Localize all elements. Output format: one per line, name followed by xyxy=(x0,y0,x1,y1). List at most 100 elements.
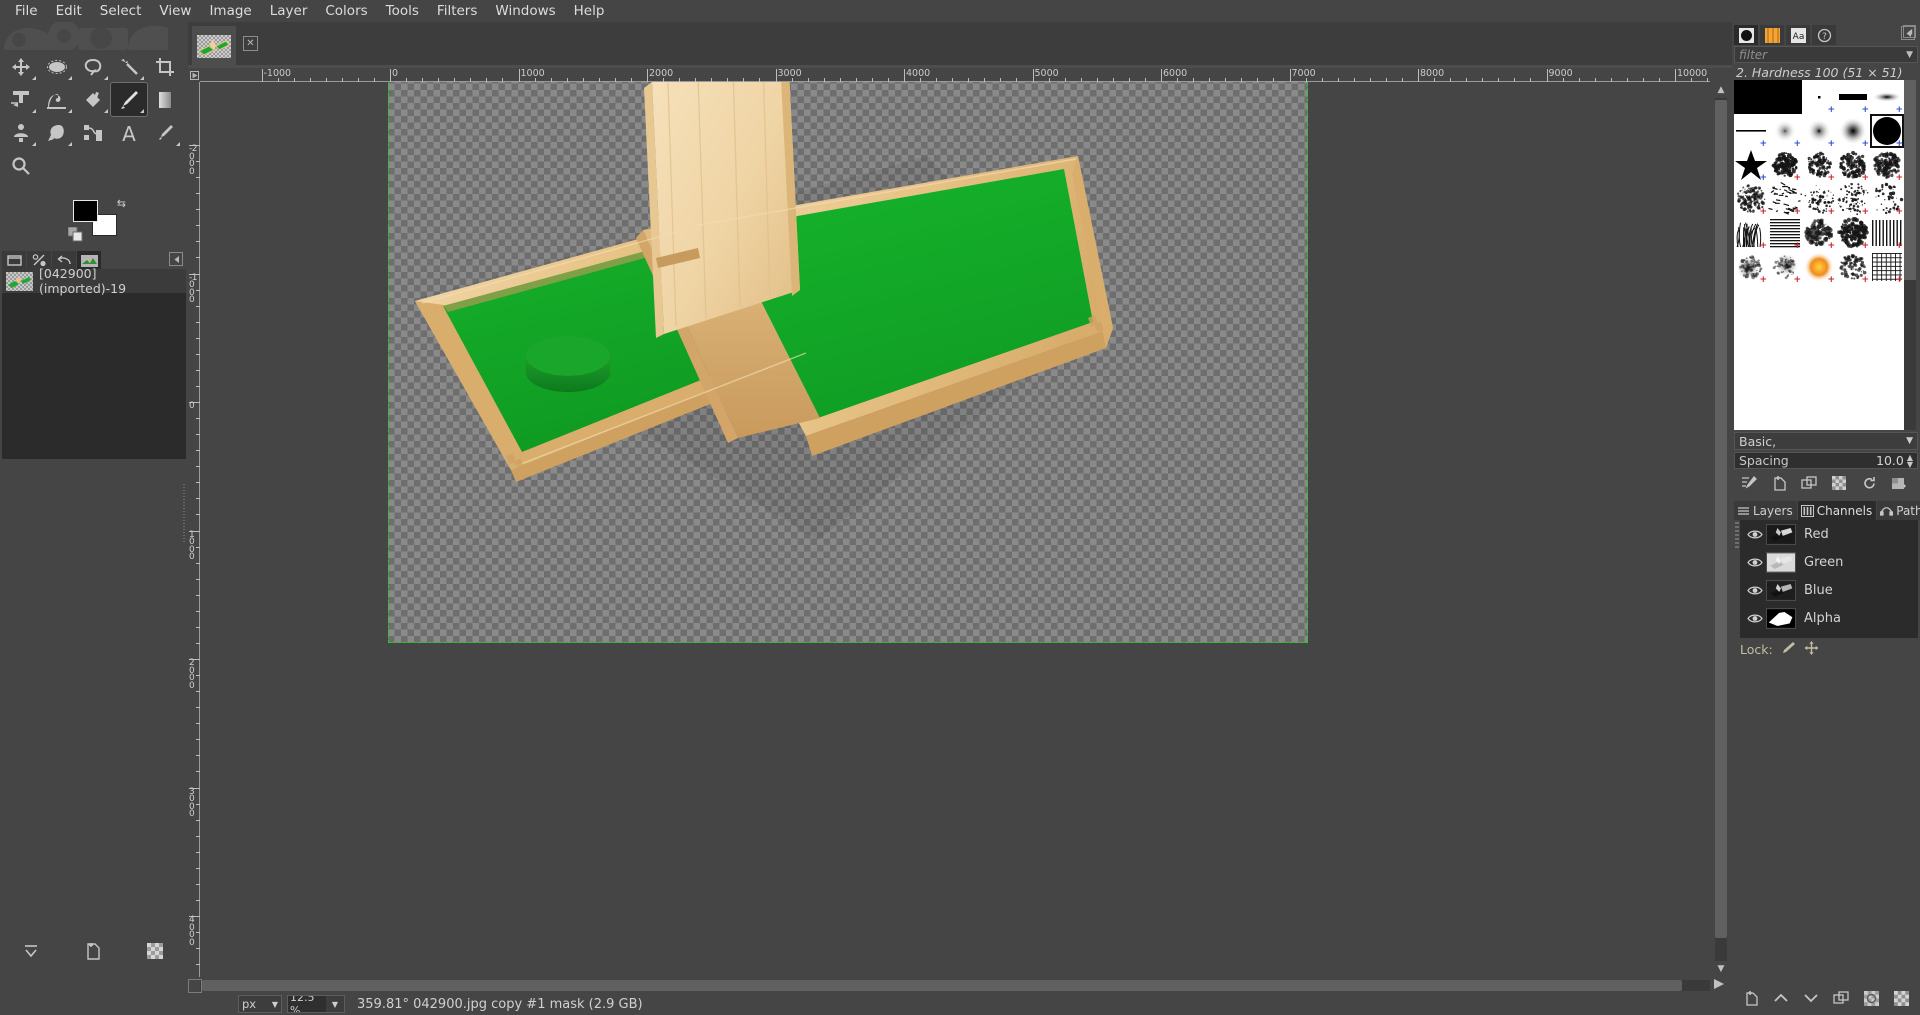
menu-filters[interactable]: Filters xyxy=(428,1,486,21)
brush-grid-scrollbar[interactable] xyxy=(1904,80,1916,430)
crop-tool[interactable] xyxy=(147,50,183,83)
brush-bristles-01[interactable]: + xyxy=(1734,182,1768,216)
delete-button[interactable] xyxy=(124,936,186,966)
menu-select[interactable]: Select xyxy=(91,1,151,21)
gradient-tool[interactable] xyxy=(147,83,183,116)
paths-tool[interactable] xyxy=(75,116,111,149)
left-dock-splitter[interactable] xyxy=(182,482,187,552)
raise-to-top-button[interactable] xyxy=(0,936,62,966)
brush-filter-input[interactable]: filter ▼ xyxy=(1734,46,1918,63)
move-tool[interactable] xyxy=(3,50,39,83)
brush-smoke-01[interactable]: + xyxy=(1734,250,1768,284)
dockable-tab-images[interactable] xyxy=(2,251,26,270)
spinner-icon[interactable]: ▲ ▼ xyxy=(1907,454,1913,468)
canvas-vertical-scrollbar[interactable]: ▲ ▼ xyxy=(1710,82,1732,977)
brush-sparks-02[interactable]: + xyxy=(1836,182,1870,216)
canvas-tab-042900[interactable] xyxy=(192,26,236,66)
reset-colors-icon[interactable] xyxy=(68,227,84,247)
channel-row-blue[interactable]: Blue xyxy=(1740,576,1918,604)
brush-hardness-100[interactable]: + xyxy=(1870,114,1904,148)
zoom-value[interactable]: 12.5 % xyxy=(288,996,326,1012)
delete-channel-button[interactable] xyxy=(1888,986,1914,1010)
brush-pixel[interactable]: + xyxy=(1802,80,1836,114)
paintbrush-tool[interactable] xyxy=(111,83,147,116)
brush-preset-selector[interactable]: Basic, ▼ xyxy=(1734,432,1918,450)
chevron-down-icon[interactable]: ▼ xyxy=(1906,436,1913,446)
warp-transform-tool[interactable] xyxy=(39,83,75,116)
brush-acrylic-03[interactable]: + xyxy=(1836,148,1870,182)
scrollbar-thumb[interactable] xyxy=(202,980,1682,991)
ellipse-select-tool[interactable] xyxy=(39,50,75,83)
brush-lines-01[interactable]: + xyxy=(1870,216,1904,250)
brush-grid-01[interactable]: + xyxy=(1870,250,1904,284)
tab-help[interactable]: ? xyxy=(1812,25,1836,45)
free-select-tool[interactable] xyxy=(75,50,111,83)
brush-hardness-050[interactable]: + xyxy=(1802,114,1836,148)
bucket-fill-tool[interactable] xyxy=(75,83,111,116)
eye-icon[interactable] xyxy=(1744,613,1766,624)
canvas-horizontal-scrollbar[interactable] xyxy=(200,977,1710,993)
chevron-down-icon[interactable]: ▼ xyxy=(326,1000,344,1009)
menu-colors[interactable]: Colors xyxy=(316,1,376,21)
brush-sparks-01[interactable]: + xyxy=(1802,182,1836,216)
brush-black-square-2[interactable] xyxy=(1768,80,1802,114)
menu-windows[interactable]: Windows xyxy=(486,1,564,21)
brush-vine-01[interactable]: + xyxy=(1836,250,1870,284)
scroll-up-icon[interactable]: ▲ xyxy=(1710,82,1732,98)
text-tool[interactable]: A xyxy=(111,116,147,149)
foreground-color-swatch[interactable] xyxy=(73,200,98,222)
refresh-brushes-button[interactable] xyxy=(1854,473,1884,493)
brush-hardness-025[interactable]: + xyxy=(1768,114,1802,148)
scrollbar-thumb[interactable] xyxy=(1715,100,1727,938)
image-list-item[interactable]: [042900] (imported)-19 xyxy=(2,269,186,293)
brush-smoke-02[interactable]: + xyxy=(1768,250,1802,284)
brush-hatch-01[interactable]: + xyxy=(1768,216,1802,250)
brush-grass[interactable]: + xyxy=(1734,216,1768,250)
new-file-button[interactable] xyxy=(62,936,124,966)
duplicate-brush-button[interactable] xyxy=(1794,473,1824,493)
scroll-down-icon[interactable]: ▼ xyxy=(1710,961,1732,977)
brush-line[interactable]: + xyxy=(1734,114,1768,148)
brush-black-square-1[interactable] xyxy=(1734,80,1768,114)
new-channel-button[interactable] xyxy=(1738,986,1764,1010)
zoom-tool[interactable] xyxy=(3,149,39,182)
menu-layer[interactable]: Layer xyxy=(261,1,317,21)
brush-cell-01[interactable]: + xyxy=(1802,216,1836,250)
eye-icon[interactable] xyxy=(1744,585,1766,596)
navigation-icon[interactable] xyxy=(1712,977,1732,993)
scrollbar-thumb[interactable] xyxy=(1904,80,1916,280)
spacing-value[interactable]: 10.0 xyxy=(1876,453,1904,468)
brush-chalk-01[interactable]: + xyxy=(1768,182,1802,216)
clone-tool[interactable] xyxy=(3,116,39,149)
brush-grid[interactable]: + + + + + + + + + + + + + + + + + + + + + + + + + + + + xyxy=(1734,80,1904,430)
menu-help[interactable]: Help xyxy=(565,1,614,21)
brush-splat-01[interactable]: + xyxy=(1836,216,1870,250)
unit-selector[interactable]: px ▼ xyxy=(238,995,282,1013)
eye-icon[interactable] xyxy=(1744,529,1766,540)
brush-hardness-075[interactable]: + xyxy=(1836,114,1870,148)
canvas-tab-close-icon[interactable]: ✕ xyxy=(243,36,258,51)
vertical-ruler[interactable]: -2000-10000100020003000400050006000 xyxy=(188,82,200,977)
horizontal-ruler[interactable]: -1000 0 1000 2000 3000 4000 5000 6000 7000 8000 90… xyxy=(200,68,1710,82)
eye-icon[interactable] xyxy=(1744,557,1766,568)
brush-sparks-03[interactable]: + xyxy=(1870,182,1904,216)
tab-brushes[interactable] xyxy=(1734,25,1758,45)
brush-sun[interactable]: + xyxy=(1802,250,1836,284)
swap-colors-icon[interactable]: ⇆ xyxy=(117,197,126,210)
tab-channels[interactable]: Channels xyxy=(1798,501,1877,520)
quickmask-toggle-icon[interactable] xyxy=(188,979,202,993)
chevron-down-icon[interactable]: ▼ xyxy=(1906,50,1913,60)
duplicate-channel-button[interactable] xyxy=(1828,986,1854,1010)
canvas-viewport[interactable] xyxy=(200,82,1710,977)
unified-transform-tool[interactable] xyxy=(3,83,39,116)
smudge-tool[interactable] xyxy=(39,116,75,149)
channel-row-red[interactable]: Red xyxy=(1740,520,1918,548)
open-brush-as-image-button[interactable] xyxy=(1884,473,1914,493)
dock-menu-icon[interactable] xyxy=(1903,25,1916,38)
brush-ellipse-soft[interactable]: + xyxy=(1870,80,1904,114)
tab-paths[interactable]: Paths xyxy=(1877,501,1920,520)
channel-list[interactable]: Red Green Blue Alpha xyxy=(1740,520,1918,638)
new-brush-button[interactable] xyxy=(1764,473,1794,493)
brush-acrylic-04[interactable]: + xyxy=(1870,148,1904,182)
brush-star[interactable]: + xyxy=(1734,148,1768,182)
